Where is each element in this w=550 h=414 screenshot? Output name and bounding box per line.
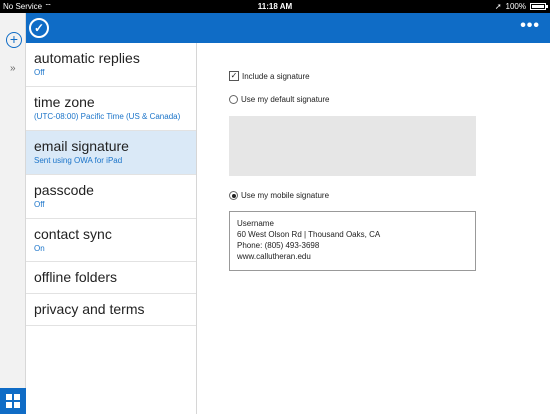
settings-item-subtitle: Sent using OWA for iPad [34,156,123,165]
signature-line: Phone: (805) 493-3698 [237,241,320,250]
email-signature-pane: ✓ Include a signature Use my default sig… [197,43,550,414]
settings-item-title: privacy and terms [34,301,145,317]
mobile-signature-row[interactable]: Use my mobile signature [229,191,329,200]
settings-item-subtitle: Off [34,200,45,209]
default-signature-row[interactable]: Use my default signature [229,95,330,104]
settings-item-automatic-replies[interactable]: automatic replies Off [26,43,196,87]
settings-item-title: contact sync [34,226,112,242]
expand-icon[interactable]: » [10,63,16,74]
settings-item-contact-sync[interactable]: contact sync On [26,219,196,262]
mobile-signature-label: Use my mobile signature [241,191,330,200]
settings-item-email-signature[interactable]: email signature Sent using OWA for iPad [26,131,196,175]
settings-item-title: automatic replies [34,50,140,66]
settings-item-subtitle: (UTC-08:00) Pacific Time (US & Canada) [34,112,181,121]
settings-item-title: offline folders [34,269,118,285]
settings-list: automatic replies Off time zone (UTC-08:… [26,43,197,414]
mobile-signature-radio[interactable] [229,191,238,200]
settings-item-time-zone[interactable]: time zone (UTC-08:00) Pacific Time (US &… [26,87,196,131]
settings-item-title: time zone [34,94,95,110]
battery-percent: 100% [505,2,526,11]
plus-circle-icon[interactable]: + [6,32,22,48]
mobile-signature-textarea[interactable]: Username 60 West Olson Rd | Thousand Oak… [229,211,476,271]
battery-icon [530,3,548,10]
default-signature-label: Use my default signature [241,95,330,104]
include-signature-checkbox[interactable]: ✓ [229,71,239,81]
status-bar: No Service ⌔ 11:18 AM ➚ 100% [0,0,550,13]
default-signature-radio[interactable] [229,95,238,104]
settings-item-passcode[interactable]: passcode Off [26,175,196,219]
include-signature-row[interactable]: ✓ Include a signature [229,71,310,81]
more-options-button[interactable]: ••• [520,18,540,34]
status-right: ➚ 100% [494,0,548,13]
signature-line: 60 West Olson Rd | Thousand Oaks, CA [237,230,381,239]
settings-item-offline-folders[interactable]: offline folders [26,262,196,294]
settings-item-subtitle: Off [34,68,45,77]
checkmark-circle-icon[interactable]: ✓ [29,18,49,38]
settings-item-title: passcode [34,182,94,198]
default-signature-field [229,116,476,176]
location-arrow-icon: ➚ [494,2,502,11]
app-header: ✓ ••• [26,13,550,43]
app-grid-icon[interactable] [0,388,26,414]
settings-item-subtitle: On [34,244,45,253]
signature-line: www.callutheran.edu [237,252,311,261]
settings-item-privacy-and-terms[interactable]: privacy and terms [26,294,196,326]
clock: 11:18 AM [257,2,293,11]
left-rail: + » [0,13,26,414]
include-signature-label: Include a signature [242,71,310,81]
signature-line: Username [237,219,274,228]
settings-item-title: email signature [34,138,129,154]
